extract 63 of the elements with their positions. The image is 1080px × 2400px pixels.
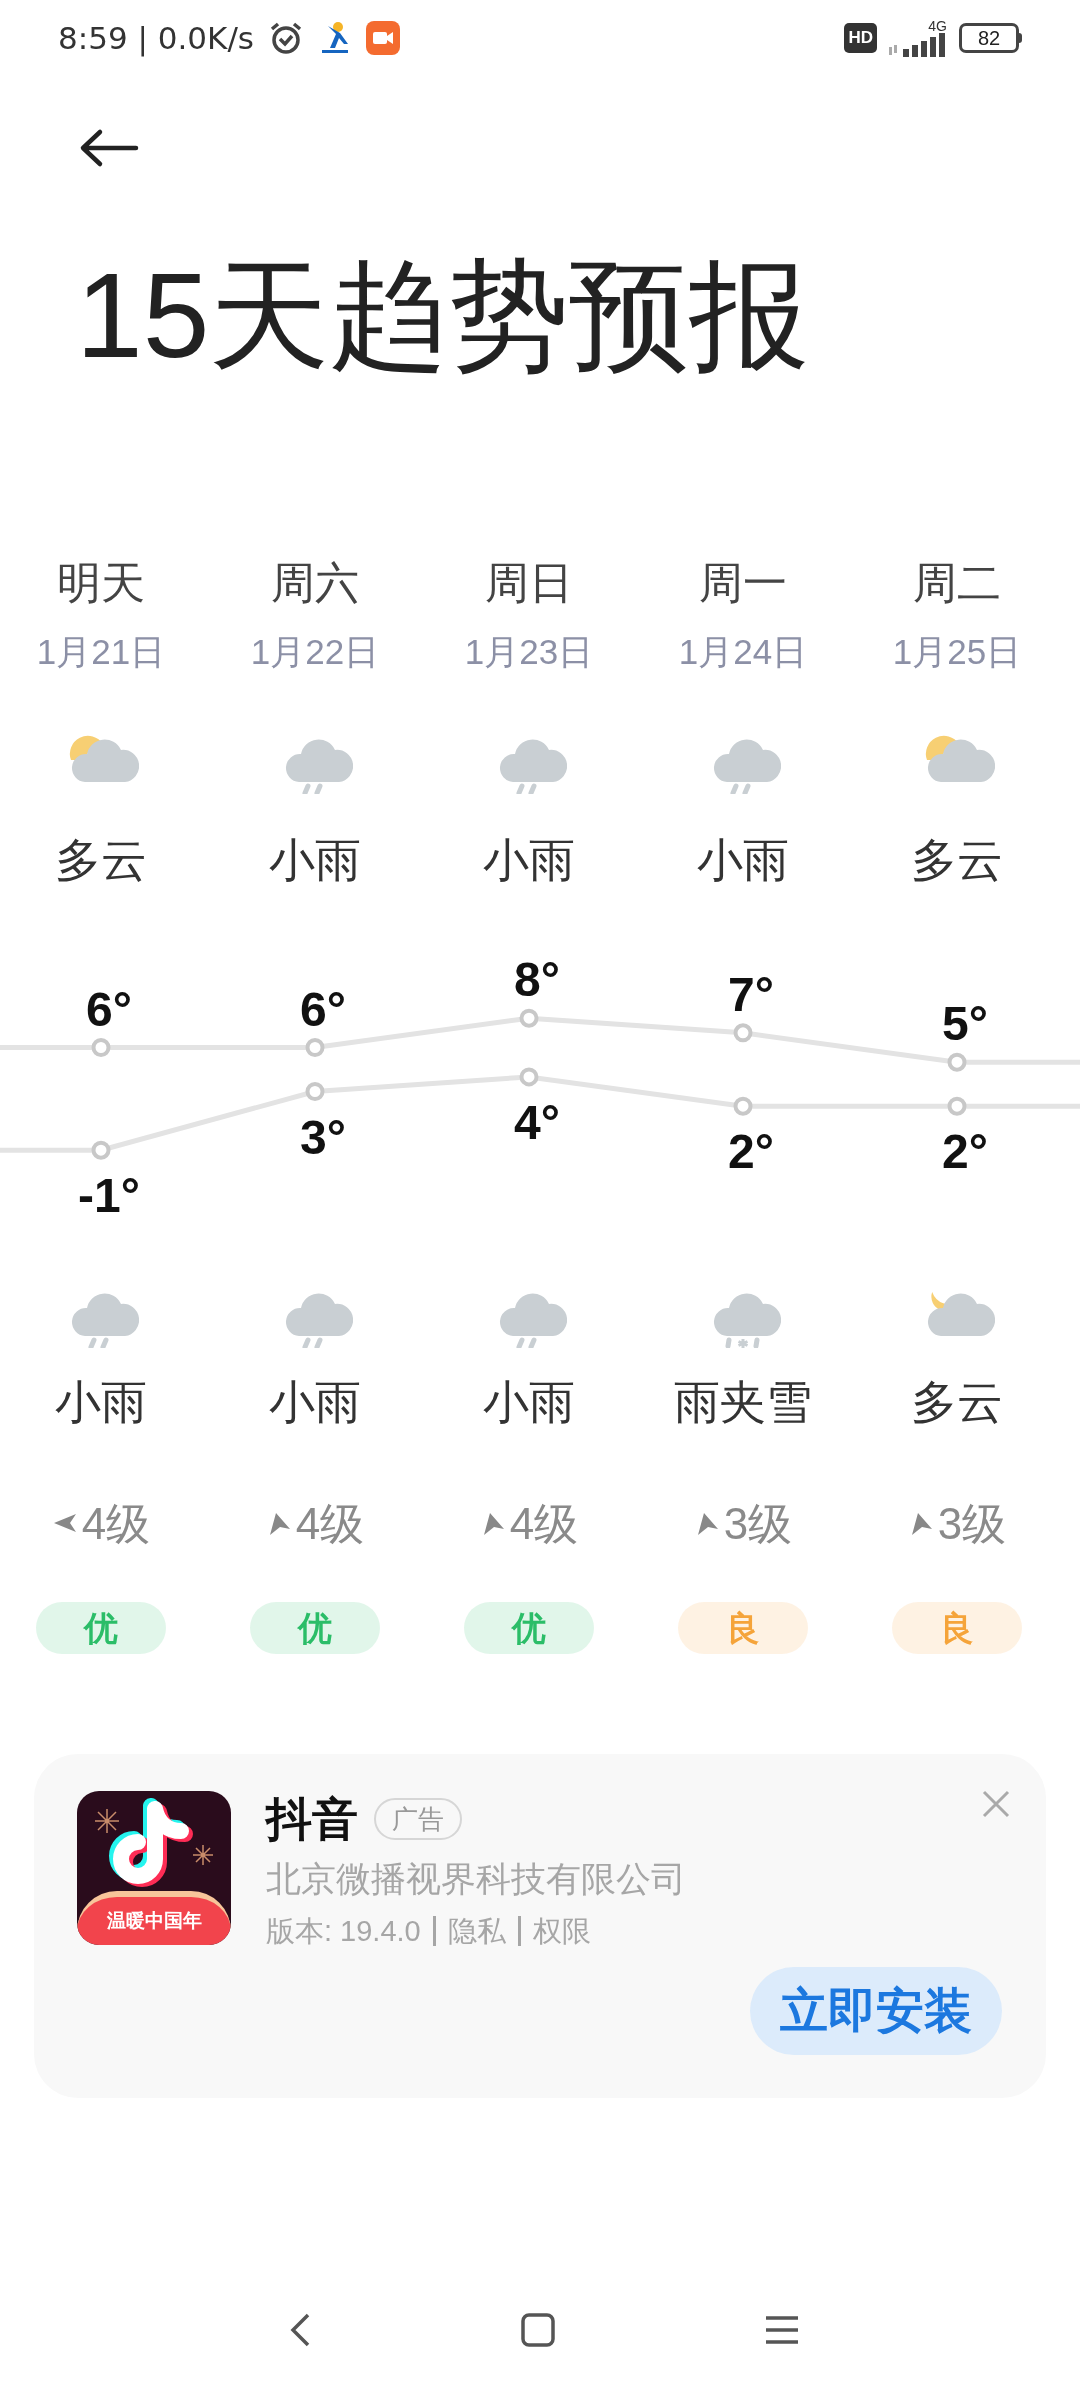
info-link[interactable]: 隐私 — [447, 1909, 506, 1953]
night-condition: 小雨 — [55, 1375, 147, 1430]
day-condition: 多云 — [55, 833, 147, 888]
install-button[interactable]: 立即安装 — [750, 1967, 1002, 2055]
temperature-label: -1° — [78, 1169, 140, 1223]
back-button[interactable] — [78, 128, 140, 168]
info-link[interactable]: 权限 — [532, 1909, 591, 1953]
temperature-label: 2° — [728, 1125, 774, 1179]
hd-badge: HD — [844, 23, 877, 53]
day-condition: 小雨 — [483, 833, 575, 888]
day-condition: 多云 — [911, 833, 1003, 888]
day-name: 明天 — [57, 557, 145, 609]
air-quality-badge: 优 — [36, 1602, 166, 1654]
temperature-label: 4° — [514, 1095, 560, 1149]
network-type: 4G — [928, 19, 947, 33]
wind-level: 4级 — [509, 1498, 579, 1550]
company-name: 北京微播视界科技有限公司 — [266, 1858, 686, 1900]
air-quality-badge: 良 — [892, 1602, 1022, 1654]
status-time: 8:59 | 0.0K/s — [58, 18, 254, 59]
date-text: 1月22日 — [250, 631, 380, 673]
night-condition: 小雨 — [269, 1375, 361, 1430]
air-quality-badge: 优 — [250, 1602, 380, 1654]
day-name: 周日 — [485, 557, 573, 609]
video-app-icon — [366, 21, 400, 55]
ad-label: 广告 — [374, 1798, 462, 1840]
temperature-label: 5° — [942, 997, 988, 1051]
air-quality-badge: 优 — [464, 1602, 594, 1654]
day-condition: 小雨 — [269, 833, 361, 888]
temperature-label: 3° — [300, 1110, 346, 1164]
date-text: 1月21日 — [36, 631, 166, 673]
night-condition: 多云 — [911, 1375, 1003, 1430]
app-name: 抖音 — [266, 1791, 358, 1847]
air-quality-badge: 良 — [678, 1602, 808, 1654]
temperature-label: 2° — [942, 1125, 988, 1179]
wind-level: 3级 — [723, 1498, 793, 1550]
wind-level: 3级 — [937, 1498, 1007, 1550]
date-text: 1月25日 — [892, 631, 1022, 673]
signal-icon — [889, 33, 947, 57]
page-title: 15天趋势预报 — [76, 248, 810, 382]
temperature-label: 6° — [86, 982, 132, 1036]
music-note-icon — [109, 1798, 193, 1887]
alarm-icon — [268, 20, 304, 56]
temperature-label: 7° — [728, 967, 774, 1021]
version-text: 版本: 19.4.0 — [266, 1913, 421, 1949]
day-name: 周一 — [699, 557, 787, 609]
home-nav-button[interactable] — [521, 2313, 555, 2347]
date-text: 1月23日 — [464, 631, 594, 673]
firework-icon — [94, 1808, 120, 1834]
date-text: 1月24日 — [678, 631, 808, 673]
night-condition: 雨夹雪 — [674, 1375, 812, 1430]
wind-level: 4级 — [295, 1498, 365, 1550]
wind-level: 4级 — [81, 1498, 151, 1550]
firework-icon — [192, 1844, 214, 1866]
day-condition: 小雨 — [697, 833, 789, 888]
night-condition: 小雨 — [483, 1375, 575, 1430]
temperature-label: 6° — [300, 982, 346, 1036]
day-name: 周六 — [271, 557, 359, 609]
back-nav-button[interactable] — [288, 2312, 312, 2348]
temperature-label: 8° — [514, 958, 560, 1007]
battery-icon: 82 — [959, 23, 1022, 53]
menu-nav-button[interactable] — [765, 2315, 799, 2345]
day-name: 周二 — [913, 557, 1001, 609]
logo-banner-text: 温暖中国年 — [106, 1908, 202, 1933]
